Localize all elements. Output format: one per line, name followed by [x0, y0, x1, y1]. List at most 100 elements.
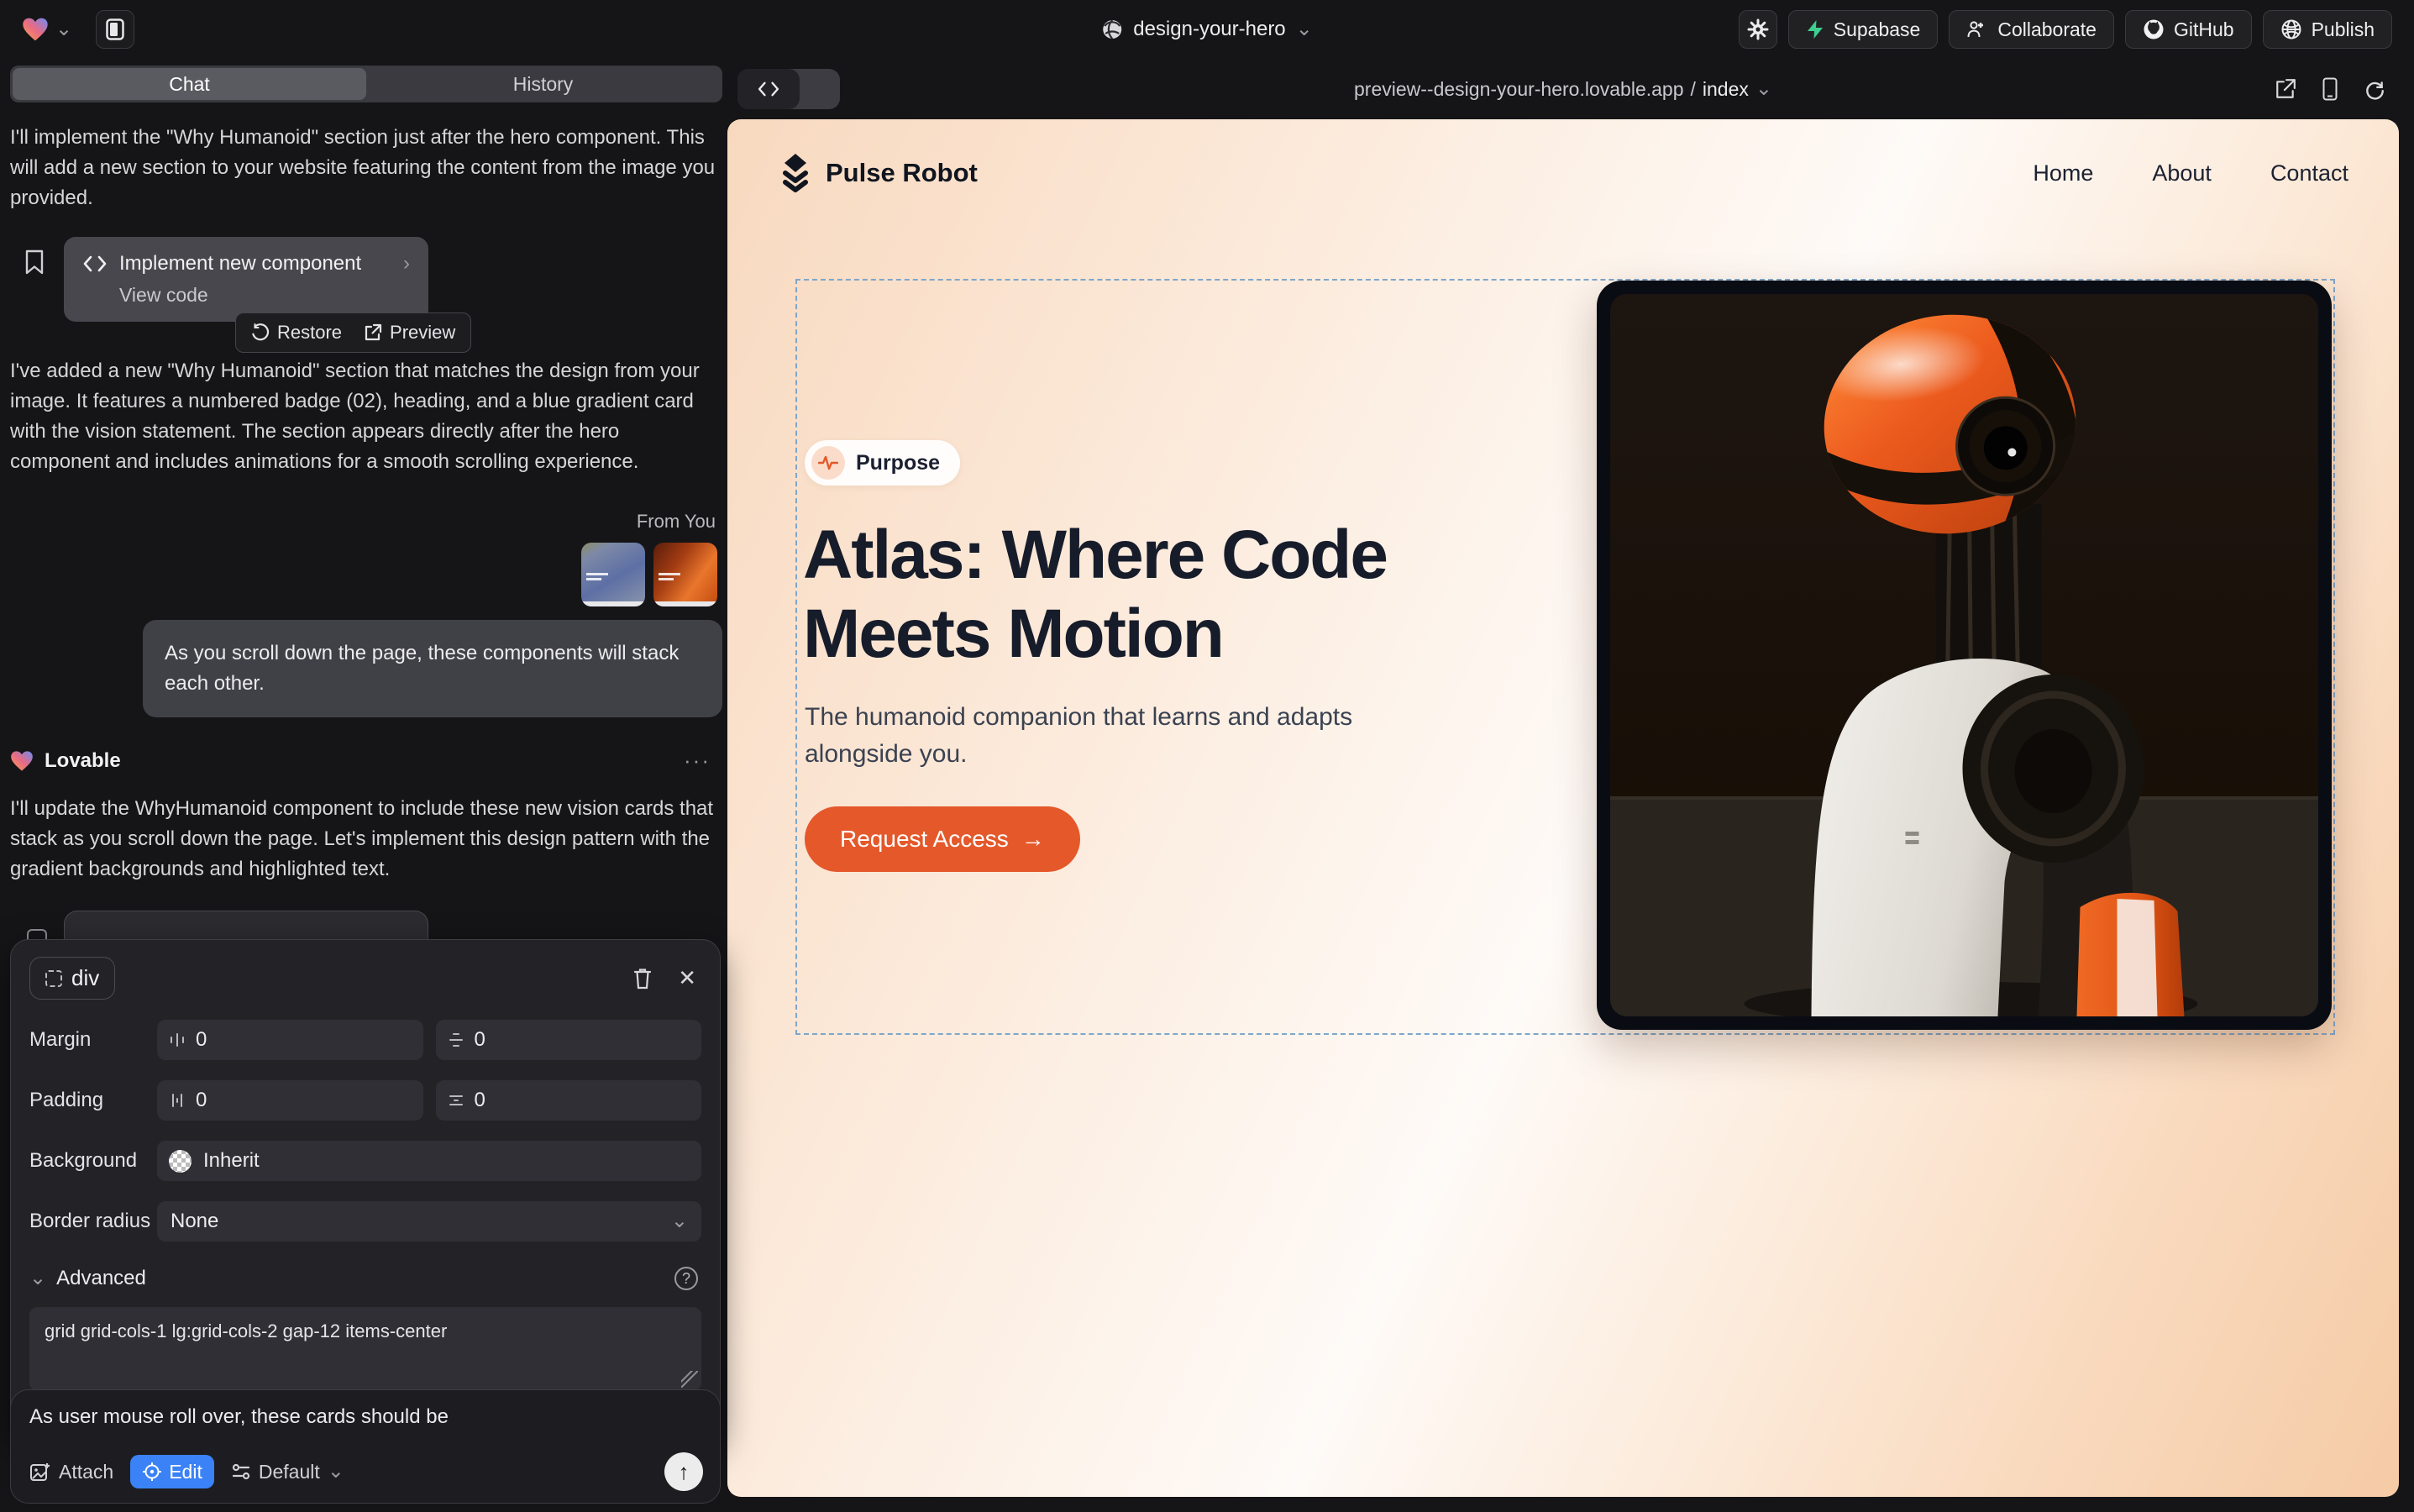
people-icon — [1966, 19, 1988, 39]
restore-button[interactable]: Restore — [251, 322, 342, 344]
lovable-heart-icon — [10, 750, 34, 772]
background-label: Background — [29, 1149, 157, 1173]
sliders-icon — [231, 1462, 251, 1481]
publish-button[interactable]: Publish — [2263, 10, 2392, 49]
chat-input-box: Attach Edit — [10, 1389, 721, 1504]
chat-mode-select[interactable]: Default ⌄ — [231, 1461, 344, 1483]
margin-horizontal-icon — [169, 1032, 186, 1048]
margin-x-input[interactable]: 0 — [157, 1020, 423, 1060]
external-link-icon — [364, 323, 382, 342]
arrow-right-icon: → — [1021, 826, 1045, 853]
collaborate-button[interactable]: Collaborate — [1949, 10, 2114, 49]
hero-subheadline: The humanoid companion that learns and a… — [805, 699, 1376, 773]
preview-domain: preview--design-your-hero.lovable.app — [1354, 78, 1683, 101]
trash-icon[interactable] — [632, 967, 653, 990]
restore-icon — [251, 323, 270, 342]
hero-robot-image — [1597, 281, 2332, 1030]
nav-link-contact[interactable]: Contact — [2270, 160, 2348, 186]
pulse-icon — [811, 446, 845, 480]
padding-label: Padding — [29, 1089, 157, 1112]
request-access-button[interactable]: Request Access → — [805, 806, 1080, 872]
open-external-button[interactable] — [2275, 78, 2296, 100]
margin-y-input[interactable]: 0 — [436, 1020, 702, 1060]
supabase-button[interactable]: Supabase — [1788, 10, 1939, 49]
project-name: design-your-hero — [1133, 18, 1285, 41]
transparent-swatch-icon — [169, 1150, 192, 1173]
padding-y-input[interactable]: 0 — [436, 1080, 702, 1121]
attachment-image-1[interactable] — [581, 543, 645, 606]
padding-horizontal-icon — [169, 1092, 186, 1109]
component-card[interactable]: Implement new component › View code — [64, 237, 428, 322]
preview-url-bar[interactable]: preview--design-your-hero.lovable.app / … — [727, 59, 2399, 119]
element-outline-icon — [45, 970, 62, 987]
layers-diamond-icon — [778, 153, 813, 193]
settings-button[interactable] — [1739, 10, 1777, 49]
user-message: As you scroll down the page, these compo… — [143, 620, 722, 717]
refresh-button[interactable] — [2364, 78, 2385, 100]
component-card-title: Implement new component — [119, 252, 391, 276]
send-button[interactable]: ↑ — [664, 1452, 703, 1491]
chat-panel: Chat History I'll implement the "Why Hum… — [10, 59, 722, 1512]
publish-globe-icon — [2280, 18, 2302, 40]
assistant-name: Lovable — [45, 749, 121, 773]
target-icon — [142, 1462, 162, 1482]
mobile-view-button[interactable] — [2322, 77, 2338, 101]
site-preview: Pulse Robot Home About Contact Purpose — [727, 119, 2399, 1497]
tailwind-classes-textarea[interactable]: grid grid-cols-1 lg:grid-cols-2 gap-12 i… — [29, 1307, 701, 1391]
chevron-down-icon: ⌄ — [328, 1462, 344, 1482]
top-bar: ⌄ design-your-hero ⌄ — [0, 0, 2414, 59]
from-you-label: From You — [10, 511, 722, 533]
advanced-section-label[interactable]: Advanced — [56, 1267, 146, 1290]
edit-mode-button[interactable]: Edit — [130, 1455, 214, 1488]
preview-path: index — [1703, 78, 1749, 101]
arrow-up-icon: ↑ — [679, 1459, 690, 1485]
code-icon — [82, 255, 108, 273]
attachment-image-2[interactable] — [653, 543, 717, 606]
attach-button[interactable]: Attach — [29, 1461, 113, 1483]
assistant-message-2: I've added a new "Why Humanoid" section … — [10, 356, 722, 477]
chat-history-tabs: Chat History — [10, 66, 722, 102]
globe-icon — [1101, 18, 1123, 40]
gear-icon — [1747, 18, 1769, 40]
help-icon[interactable]: ? — [674, 1267, 698, 1290]
assistant-message-3: I'll update the WhyHumanoid component to… — [10, 794, 722, 885]
border-radius-select[interactable]: None ⌄ — [157, 1201, 701, 1242]
tab-history[interactable]: History — [366, 68, 720, 100]
close-icon[interactable]: ✕ — [678, 965, 696, 991]
preview-button[interactable]: Preview — [364, 322, 455, 344]
border-radius-label: Border radius — [29, 1210, 157, 1233]
view-code-link[interactable]: View code — [119, 284, 410, 307]
sidebar-toggle-button[interactable] — [96, 10, 134, 49]
github-button[interactable]: GitHub — [2125, 10, 2252, 49]
padding-vertical-icon — [448, 1092, 464, 1109]
project-switcher[interactable]: design-your-hero ⌄ — [1101, 18, 1313, 41]
robot-illustration — [1610, 294, 2318, 1016]
background-input[interactable]: Inherit — [157, 1141, 701, 1181]
margin-label: Margin — [29, 1028, 157, 1052]
chevron-right-icon: › — [403, 254, 410, 274]
margin-vertical-icon — [448, 1032, 464, 1048]
nav-link-home[interactable]: Home — [2033, 160, 2093, 186]
element-inspector-panel: div ✕ Margin — [10, 939, 721, 1441]
site-logo[interactable]: Pulse Robot — [778, 153, 978, 193]
chevron-down-icon: ⌄ — [1296, 19, 1313, 39]
message-menu-icon[interactable]: ··· — [684, 748, 722, 774]
preview-pane: preview--design-your-hero.lovable.app / … — [727, 59, 2399, 1497]
chat-message-input[interactable] — [29, 1405, 701, 1429]
chevron-down-icon[interactable]: ⌄ — [29, 1268, 46, 1289]
attachment-thumbnails — [10, 543, 722, 606]
padding-x-input[interactable]: 0 — [157, 1080, 423, 1121]
preview-header: preview--design-your-hero.lovable.app / … — [727, 59, 2399, 119]
bookmark-icon[interactable] — [24, 249, 45, 276]
selected-element-tag: div — [71, 965, 99, 991]
attach-image-icon — [29, 1462, 51, 1482]
assistant-message-1: I'll implement the "Why Humanoid" sectio… — [10, 123, 722, 213]
lovable-menu-button[interactable]: ⌄ — [22, 17, 72, 42]
sidebar-panel-icon — [106, 18, 124, 40]
purpose-badge: Purpose — [805, 440, 960, 486]
nav-link-about[interactable]: About — [2152, 160, 2212, 186]
tab-chat[interactable]: Chat — [13, 68, 366, 100]
selected-element-pill[interactable]: div — [29, 957, 115, 1000]
site-nav: Pulse Robot Home About Contact — [727, 119, 2399, 227]
supabase-icon — [1806, 19, 1824, 39]
